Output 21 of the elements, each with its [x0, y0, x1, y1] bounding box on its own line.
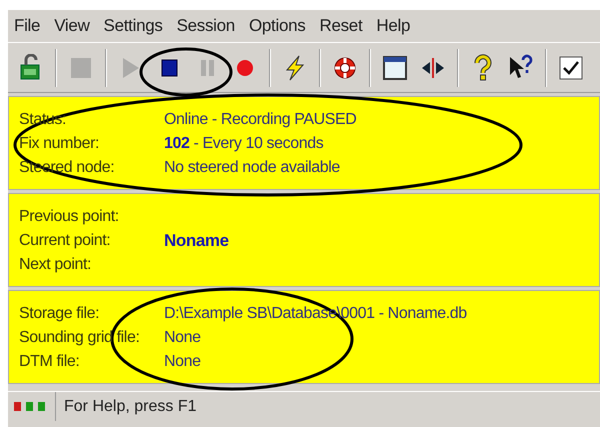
- menu-item[interactable]: View: [50, 13, 100, 39]
- field-value: None: [164, 328, 201, 348]
- checkbox-icon[interactable]: [557, 54, 585, 82]
- menu-item[interactable]: Options: [244, 13, 316, 39]
- menu-item[interactable]: Session: [172, 13, 245, 39]
- field-label: Next point:: [19, 255, 92, 275]
- menu-item[interactable]: Reset: [315, 13, 372, 39]
- field-label: Current point:: [19, 231, 112, 251]
- field-value: No steered node available: [164, 158, 340, 178]
- field-label: Fix number:: [19, 134, 100, 154]
- field-label: DTM file:: [19, 352, 80, 372]
- field-label: Storage file:: [19, 304, 100, 324]
- field-value: Online - Recording PAUSED: [164, 110, 356, 130]
- field-value: Noname: [164, 230, 229, 252]
- field-value: None: [164, 352, 201, 372]
- menu-item[interactable]: File: [10, 13, 50, 39]
- status-text: For Help, press F1: [63, 396, 196, 416]
- menu-item[interactable]: Help: [372, 13, 420, 39]
- field-value: 102 - Every 10 seconds: [164, 134, 324, 154]
- field-label: Previous point:: [19, 207, 120, 227]
- menu-item[interactable]: Settings: [100, 13, 173, 39]
